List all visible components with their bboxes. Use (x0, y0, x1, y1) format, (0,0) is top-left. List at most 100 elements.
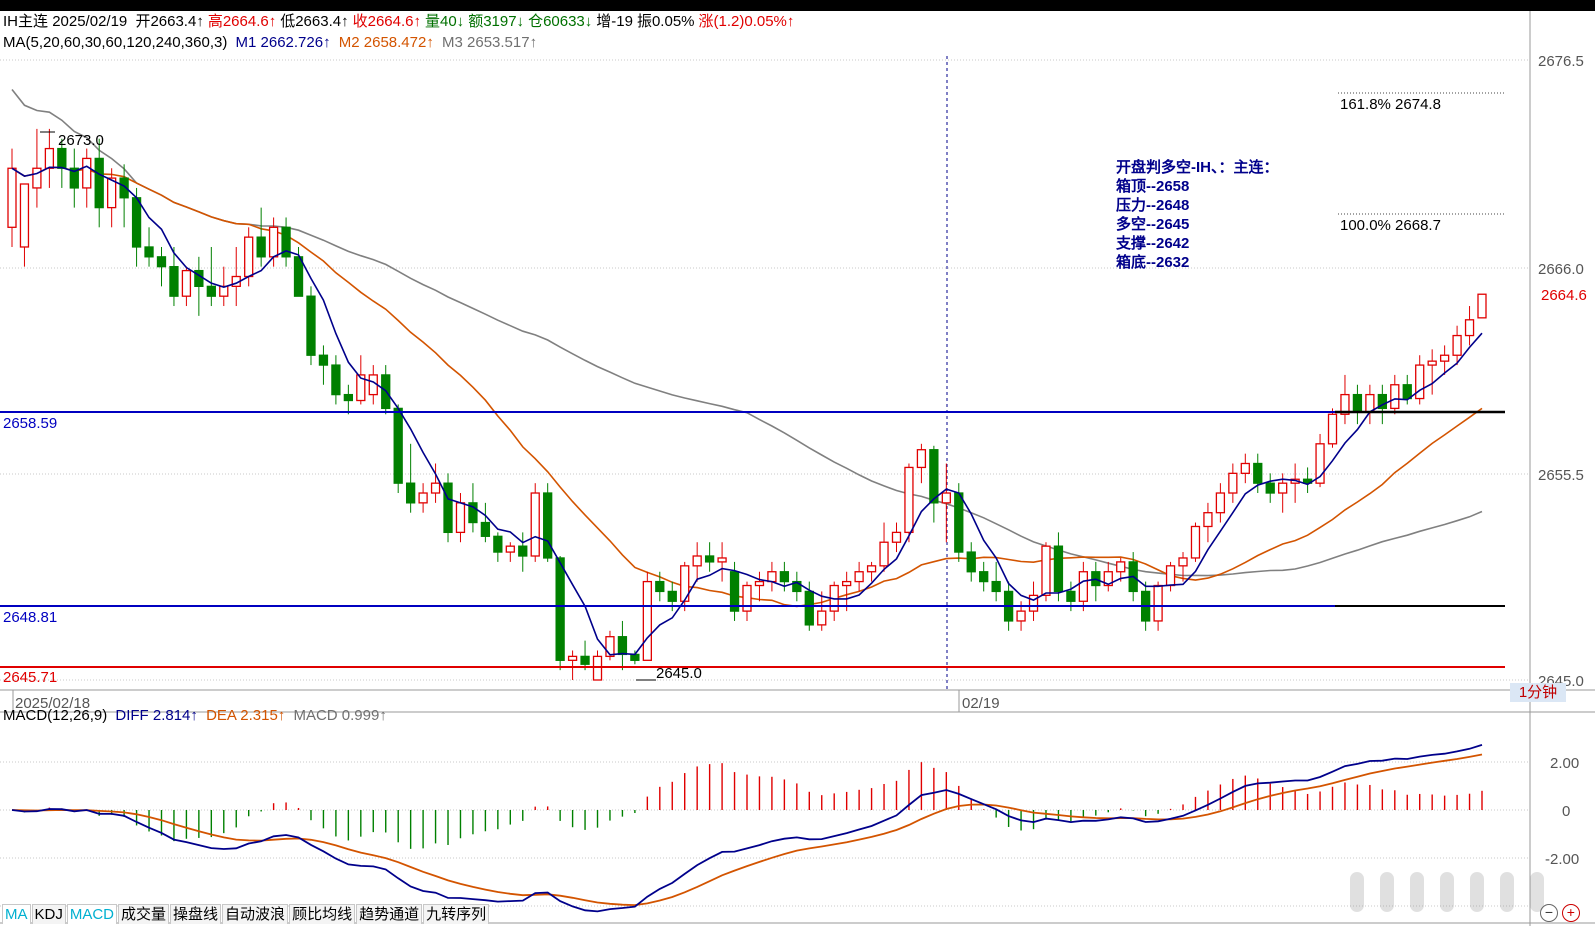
time-axis-mid-date: 02/19 (962, 695, 1000, 712)
candle (1228, 463, 1238, 503)
candle (32, 128, 42, 208)
note-title: 开盘判多空-IH、：主连： (1116, 158, 1279, 176)
candle (555, 556, 565, 671)
fib-100-label: 100.0% 2668.7 (1340, 217, 1441, 234)
candle (1091, 561, 1101, 602)
candle (455, 493, 466, 543)
candle (792, 571, 802, 602)
candle (156, 246, 167, 287)
candle (82, 148, 92, 208)
diff-layer-path (11, 744, 1483, 913)
candle (281, 217, 291, 267)
candle (630, 650, 640, 665)
candle (7, 148, 17, 247)
candle (879, 522, 889, 572)
middle-level-label: 2648.81 (3, 609, 57, 626)
price-gridlines (0, 59, 1530, 681)
candlesticks (7, 128, 1487, 681)
zoom-in-icon[interactable]: + (1561, 904, 1580, 922)
candle (518, 532, 528, 572)
candle (231, 246, 241, 307)
price-tick-2: 2666.0 (1538, 261, 1584, 278)
price-tick-3: 2655.5 (1538, 467, 1584, 484)
price-tick-1: 2676.5 (1538, 53, 1584, 70)
candle (979, 561, 989, 592)
tab-guppy[interactable]: 顾比均线 (289, 904, 356, 924)
candle (107, 168, 117, 228)
tab-nine-turn[interactable]: 九转序列 (423, 904, 490, 924)
candle (1240, 453, 1250, 484)
candle (567, 650, 578, 680)
candle (331, 355, 341, 405)
candle (1464, 306, 1475, 346)
tab-operate-line[interactable]: 操盘线 (170, 904, 222, 924)
tab-kdj[interactable]: KDJ (31, 904, 66, 924)
candle (144, 227, 154, 267)
candle (318, 345, 329, 385)
macd-histogram (23, 762, 1483, 849)
candle (754, 571, 765, 602)
note-line-1: 箱顶--2658 (1116, 177, 1189, 195)
candle (1340, 374, 1350, 425)
tab-auto-wave[interactable]: 自动波浪 (222, 904, 289, 924)
candle (530, 483, 540, 562)
candle (717, 542, 727, 582)
tab-volume[interactable]: 成交量 (118, 904, 170, 924)
current-price-tag: 2664.6 (1541, 287, 1587, 304)
candle (617, 620, 628, 671)
ma1-layer-path (11, 165, 1483, 656)
upper-level-label: 2658.59 (3, 415, 57, 432)
low-marker-label: 2645.0 (656, 665, 702, 682)
candle (131, 187, 142, 267)
macd-header: MACD(12,26,9) DIFF 2.814↑ DEA 2.315↑ MAC… (3, 707, 387, 725)
note-line-3: 多空--2645 (1116, 215, 1189, 233)
candle (866, 561, 877, 582)
candle (194, 256, 204, 316)
high-marker-label: 2673.0 (58, 132, 104, 149)
candle (480, 502, 491, 543)
candle (119, 164, 129, 228)
candle (854, 561, 864, 592)
fib-1618-label: 161.8% 2674.8 (1340, 96, 1441, 113)
diff-line (11, 744, 1483, 913)
candle (916, 443, 927, 484)
candle (1028, 581, 1039, 621)
note-line-5: 箱底--2632 (1116, 253, 1189, 271)
ma2-line (11, 166, 1483, 608)
candle (966, 542, 976, 582)
candle (1415, 355, 1425, 405)
candle (1103, 561, 1113, 592)
tab-trend-channel[interactable]: 趋势通道 (356, 904, 423, 924)
candle (929, 445, 939, 523)
macd-params: MACD(12,26,9) (3, 707, 108, 724)
macd-dea: DEA 2.315↑ (206, 707, 286, 724)
candle (1365, 384, 1375, 425)
tab-ma[interactable]: MA (2, 904, 31, 924)
candle (306, 286, 316, 366)
candle (941, 463, 951, 543)
candle (954, 483, 964, 562)
macd-tick-2: 0 (1562, 803, 1570, 820)
candle (1352, 384, 1363, 425)
candle (505, 542, 515, 562)
candle (642, 571, 652, 661)
candle (1203, 502, 1213, 543)
candle (69, 148, 79, 208)
lower-level-label: 2645.71 (3, 669, 57, 686)
candle (356, 355, 366, 405)
candle (1190, 522, 1201, 562)
macd-tick-1: 2.00 (1550, 755, 1579, 772)
corner-controls: − + (1500, 904, 1580, 922)
tab-macd[interactable]: MACD (66, 904, 118, 924)
period-selector[interactable]: 1分钟 (1510, 683, 1566, 702)
candle (343, 384, 354, 415)
candle (580, 640, 590, 671)
ma1-line (11, 165, 1483, 656)
macd-tick-3: -2.00 (1545, 851, 1579, 868)
candle (991, 561, 1001, 602)
candle (1165, 561, 1176, 592)
candle (1302, 467, 1313, 494)
chart-canvas[interactable]: 2676.5 2666.0 2655.5 2645.0 2664.6 2.00 … (0, 0, 1595, 948)
candle (1390, 374, 1400, 415)
zoom-out-icon[interactable]: − (1540, 904, 1558, 922)
